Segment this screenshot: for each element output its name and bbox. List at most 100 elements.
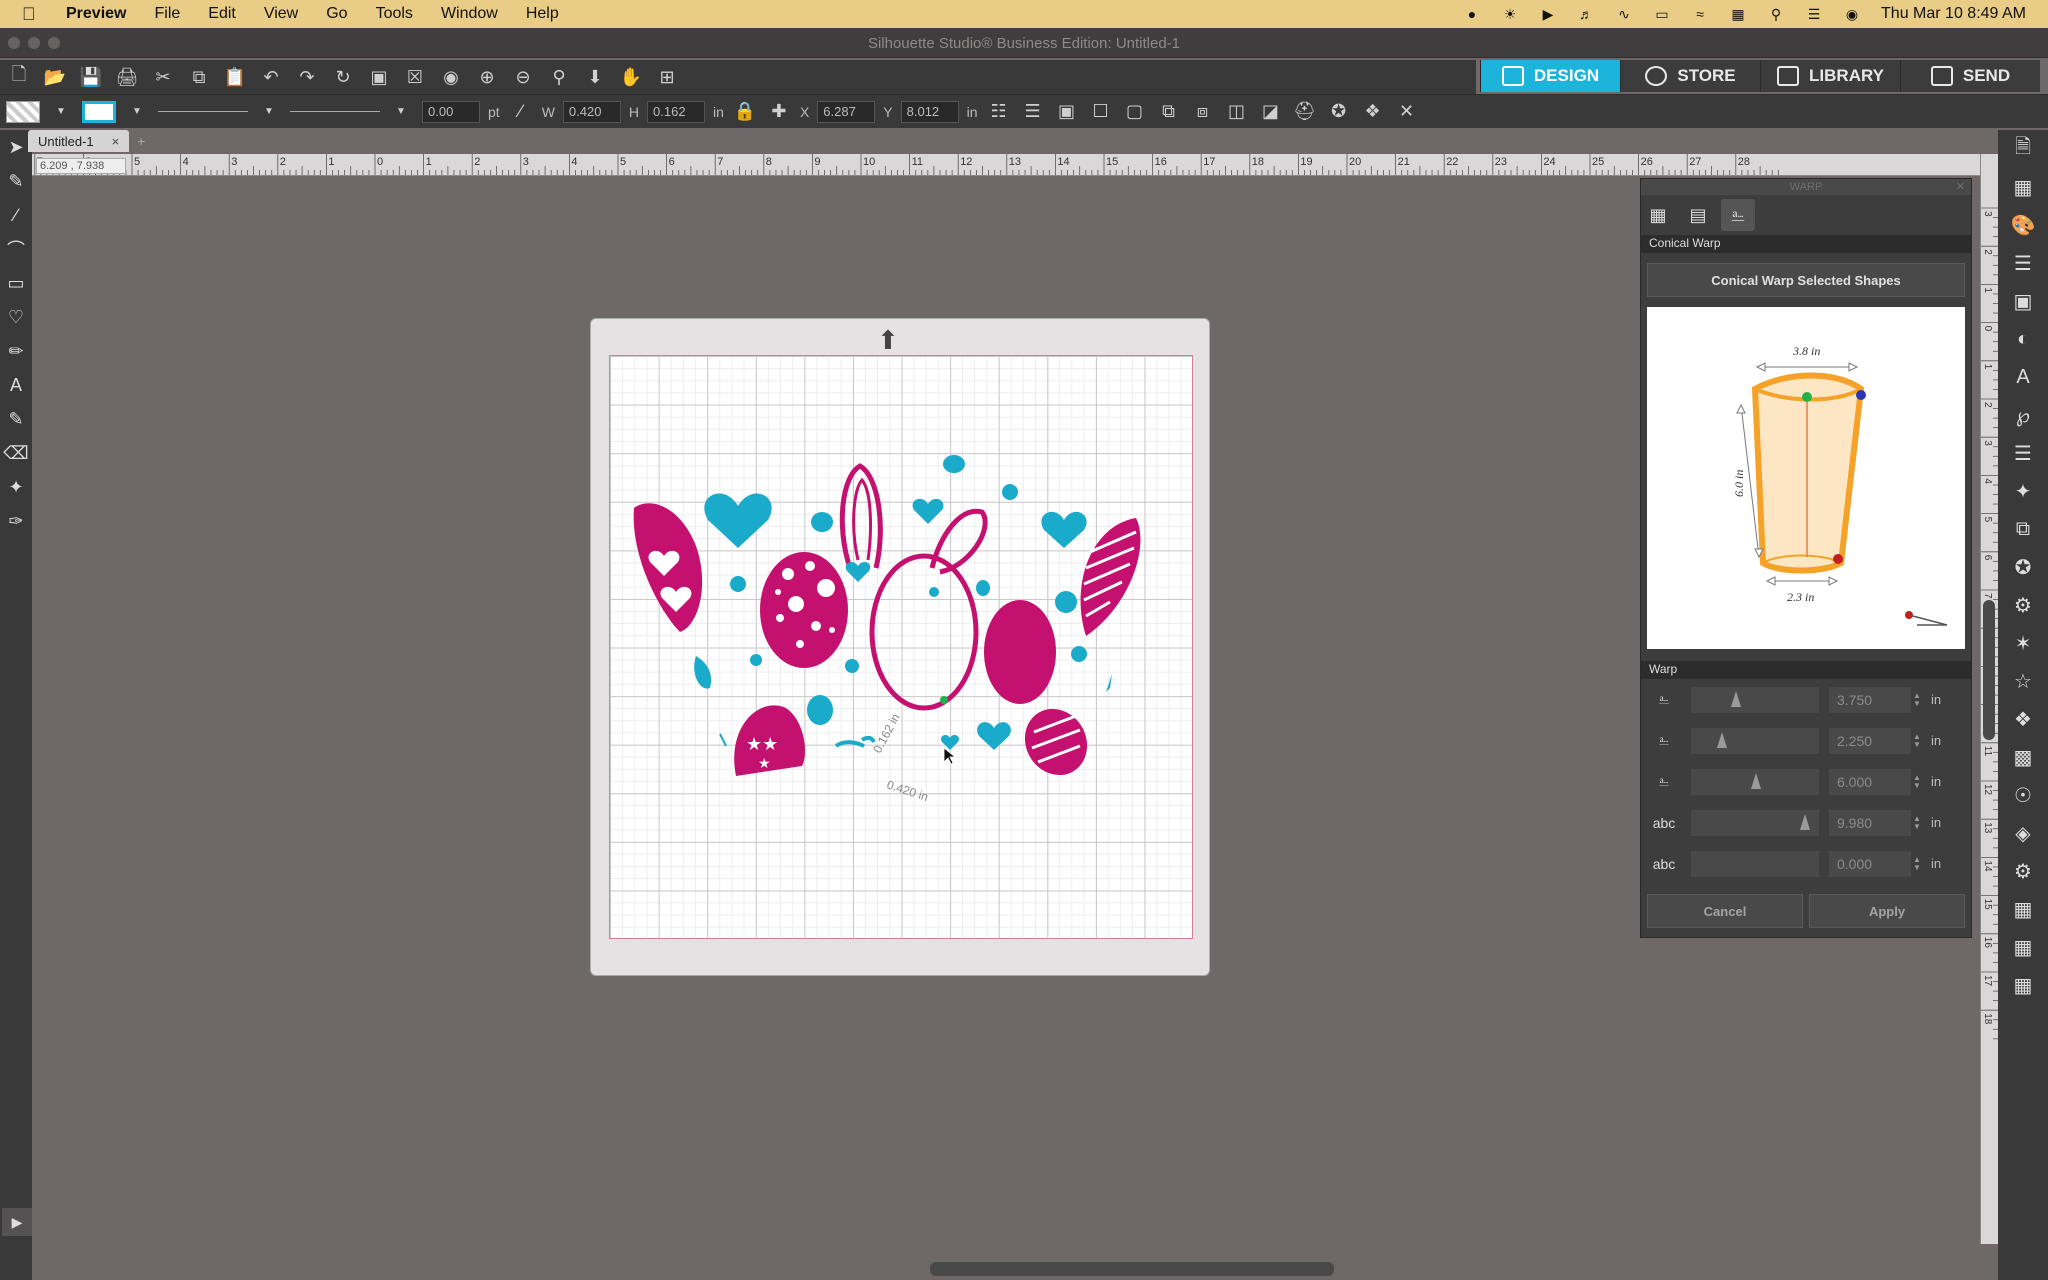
stepper-icon[interactable]: ▲ ▼ (1913, 732, 1923, 749)
width-input[interactable]: 0.420 (562, 100, 621, 123)
bring-to-front-icon[interactable]: ⧉ (1156, 100, 1182, 124)
replicate-panel-icon[interactable]: ⧉ (1998, 510, 2048, 548)
pencil-tool-icon[interactable]: ✏ (0, 334, 32, 368)
menu-help[interactable]: Help (512, 5, 573, 23)
cut-icon[interactable]: ✂ (150, 65, 176, 89)
new-tab-button[interactable]: + (129, 130, 153, 152)
chevron-down-icon[interactable]: ▼ (256, 100, 282, 124)
conical-warp-selected-button[interactable]: Conical Warp Selected Shapes (1647, 263, 1965, 297)
height-slider[interactable] (1691, 768, 1819, 795)
slider-thumb[interactable] (1730, 690, 1741, 707)
stepper-icon[interactable]: ▲ ▼ (1913, 691, 1923, 708)
menu-tools[interactable]: Tools (362, 5, 427, 23)
replicate-icon[interactable]: ❖ (1360, 100, 1386, 124)
conical-warp-icon[interactable]: ⎁ (1721, 199, 1755, 231)
fill-color-swatch[interactable] (6, 100, 40, 123)
text-arc-input[interactable]: 9.980 (1829, 809, 1911, 836)
doc-tab-untitled-1[interactable]: Untitled-1 × (28, 130, 130, 152)
warp-panel-header[interactable]: WARP ✕ (1641, 179, 1971, 195)
image-effects-icon[interactable]: ☉ (1998, 776, 2048, 814)
curve-tool-icon[interactable]: ⌒ (0, 232, 32, 266)
align-panel-icon[interactable]: ☰ (1998, 434, 2048, 472)
top-width-input[interactable]: 3.750 (1829, 686, 1911, 713)
line-color-swatch[interactable] (82, 100, 116, 123)
text-arc-slider[interactable] (1691, 809, 1819, 836)
weld-icon[interactable]: ⛑ (1292, 100, 1318, 124)
tab-store[interactable]: STORE (1620, 60, 1760, 92)
group-icon[interactable]: ☐ (1088, 100, 1114, 124)
eyedropper-icon[interactable]: ✑ (0, 504, 32, 538)
transform-icon[interactable]: ✦ (1998, 472, 2048, 510)
tab-library[interactable]: LIBRARY (1760, 60, 1900, 92)
send-backward-icon[interactable]: ◪ (1258, 100, 1284, 124)
apply-button[interactable]: Apply (1809, 894, 1965, 928)
bring-forward-icon[interactable]: ◫ (1224, 100, 1250, 124)
new-document-icon[interactable]: 🗋 (6, 64, 32, 89)
bottom-width-input[interactable]: 2.250 (1829, 727, 1911, 754)
text-style-icon[interactable]: A (1998, 358, 2048, 396)
menu-go[interactable]: Go (312, 5, 361, 23)
design-store-icon[interactable]: ⚙ (1998, 852, 2048, 890)
zoom-selection-icon[interactable]: ⚲ (546, 65, 572, 89)
modify-icon[interactable]: ✪ (1998, 548, 2048, 586)
control-center-icon[interactable]: ☰ (1805, 6, 1823, 22)
page-setup-icon[interactable]: 🗎 (1998, 130, 2048, 168)
redo-icon[interactable]: ↷ (294, 65, 320, 89)
nesting-icon[interactable]: ▩ (1998, 738, 2048, 776)
offset-panel-icon[interactable]: ⚙ (1998, 586, 2048, 624)
spotlight-search-icon[interactable]: ⚲ (1767, 6, 1785, 22)
slider-thumb[interactable] (1800, 813, 1811, 830)
send-to-back-icon[interactable]: ⧈ (1190, 100, 1216, 124)
cutting-grid[interactable]: ★★ ★ 0.162 in 0.420 in (609, 355, 1193, 939)
print-icon[interactable]: 🖨 (114, 65, 140, 89)
expand-panel-button[interactable]: ▶ (2, 1208, 32, 1236)
warp-panel-icon[interactable]: ▦ (1998, 890, 2048, 928)
delete-icon[interactable]: ✕ (1394, 100, 1420, 124)
save-icon[interactable]: 💾 (78, 65, 104, 89)
creative-cloud-icon[interactable]: ● (1463, 6, 1481, 22)
deselect-icon[interactable]: ☒ (402, 65, 428, 89)
fill-pattern-icon[interactable]: ▣ (1998, 282, 2048, 320)
stepper-icon[interactable]: ▲ ▼ (1913, 773, 1923, 790)
menu-edit[interactable]: Edit (194, 5, 250, 23)
slider-thumb[interactable] (1717, 731, 1728, 748)
text-spacing-slider[interactable] (1691, 850, 1819, 877)
stepper-icon[interactable]: ▲ ▼ (1913, 855, 1923, 872)
chevron-down-icon[interactable]: ▼ (124, 100, 150, 124)
eraser-tool-icon[interactable]: ⌫ (0, 436, 32, 470)
transparency-icon[interactable]: ◐ (1998, 320, 2048, 358)
play-icon[interactable]: ▶ (1539, 6, 1557, 22)
x-position-input[interactable]: 6.287 (817, 100, 876, 123)
knife-line-icon[interactable]: ✦ (0, 470, 32, 504)
sketch-icon[interactable]: ☆ (1998, 662, 2048, 700)
reference-point-icon[interactable]: ☷ (986, 100, 1012, 124)
line-style-preview[interactable] (158, 111, 248, 112)
lock-icon[interactable]: 🔒 (732, 100, 758, 124)
fit-page-icon[interactable]: ⊞ (654, 65, 680, 89)
text-warp-icon[interactable]: ▤ (1681, 199, 1715, 231)
text-to-path-icon[interactable]: ℘ (1998, 396, 2048, 434)
siri-icon[interactable]: ◉ (1843, 6, 1861, 22)
cutting-mat[interactable]: ⬆ ★★ ★ 0.162 in 0.420 in (590, 318, 1210, 976)
pan-hand-icon[interactable]: ✋ (618, 65, 644, 89)
line-join-preview[interactable] (290, 111, 380, 112)
edit-points-icon[interactable]: ✎ (0, 164, 32, 198)
apple-icon[interactable]:  (22, 4, 52, 25)
battery-icon[interactable]: ▭ (1653, 6, 1671, 22)
move-down-icon[interactable]: ⬇ (582, 65, 608, 89)
library-panel-icon[interactable]: ▦ (1998, 928, 2048, 966)
wifi-icon[interactable]: ≈ (1691, 6, 1709, 22)
line-style-icon[interactable]: ☰ (1998, 244, 2048, 282)
align-icon[interactable]: ☰ (1020, 100, 1046, 124)
horizontal-scrollbar[interactable] (930, 1262, 1334, 1276)
copy-icon[interactable]: ⧉ (186, 65, 212, 89)
layers-icon[interactable]: ◈ (1998, 814, 2048, 852)
menu-window[interactable]: Window (427, 5, 512, 23)
select-by-color-icon[interactable]: ◉ (438, 65, 464, 89)
vertical-scrollbar[interactable] (1983, 600, 1995, 740)
bottom-width-slider[interactable] (1691, 727, 1819, 754)
bluetooth-icon[interactable]: ∿ (1615, 6, 1633, 22)
undo-icon[interactable]: ↶ (258, 65, 284, 89)
line-tool-icon[interactable]: ∕ (0, 198, 32, 232)
text-spacing-input[interactable]: 0.000 (1829, 850, 1911, 877)
